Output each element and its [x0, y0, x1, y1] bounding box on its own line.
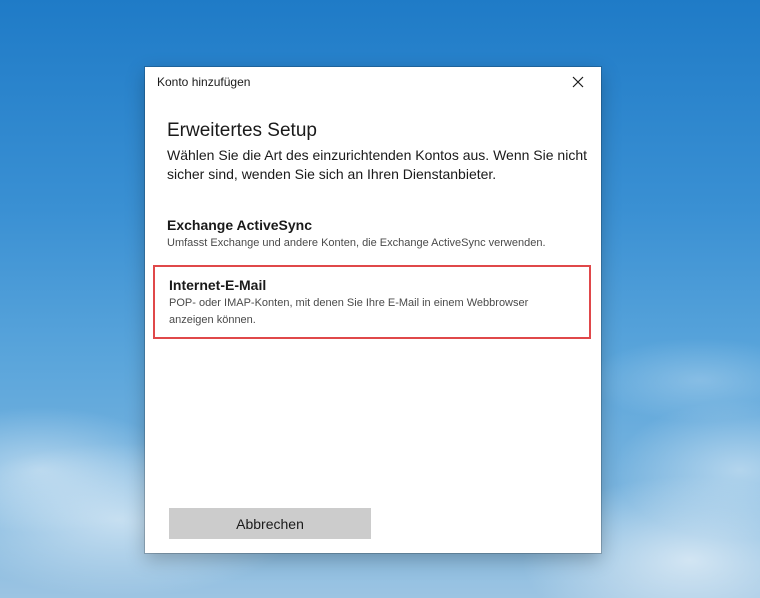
- title-bar: Konto hinzufügen: [145, 67, 601, 97]
- option-title: Exchange ActiveSync: [167, 217, 312, 233]
- window-title: Konto hinzufügen: [157, 75, 251, 89]
- page-title: Erweitertes Setup: [167, 120, 317, 141]
- close-icon: [572, 76, 584, 88]
- option-title: Internet-E-Mail: [169, 277, 267, 293]
- close-button[interactable]: [555, 67, 601, 97]
- option-description: Umfasst Exchange und andere Konten, die …: [167, 237, 546, 249]
- page-description: Wählen Sie die Art des einzurichtenden K…: [167, 147, 587, 182]
- cancel-button[interactable]: Abbrechen: [169, 508, 371, 539]
- add-account-dialog: Konto hinzufügen Erweitertes Setup Wähle…: [145, 67, 601, 553]
- option-description: POP- oder IMAP-Konten, mit denen Sie Ihr…: [169, 297, 529, 326]
- option-exchange-activesync[interactable]: Exchange ActiveSync Umfasst Exchange und…: [153, 213, 591, 259]
- option-internet-email[interactable]: Internet-E-Mail POP- oder IMAP-Konten, m…: [153, 265, 591, 339]
